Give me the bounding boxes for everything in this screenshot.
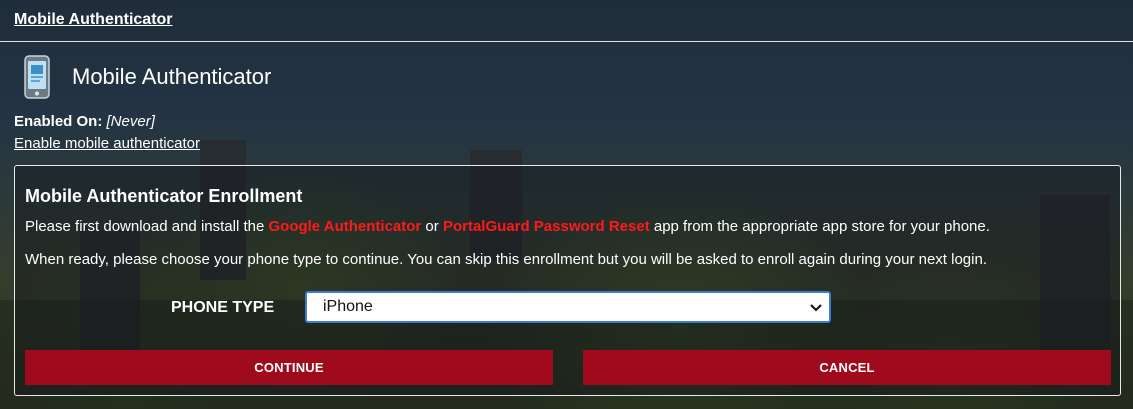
google-authenticator-name: Google Authenticator (268, 218, 422, 235)
mobile-phone-icon (24, 55, 50, 99)
enable-mobile-authenticator-link[interactable]: Enable mobile authenticator (14, 135, 200, 152)
enabled-value: [Never] (106, 113, 155, 130)
download-instructions: Please first download and install the Go… (25, 218, 990, 235)
enrollment-instructions: When ready, please choose your phone typ… (25, 251, 987, 268)
chevron-down-icon (810, 304, 822, 312)
page-header: Mobile Authenticator (22, 54, 271, 100)
enrollment-panel: Mobile Authenticator Enrollment Please f… (14, 165, 1121, 396)
phone-type-label: PHONE TYPE (171, 299, 275, 316)
phone-type-selected-value: iPhone (323, 298, 373, 315)
intro-text: Please first download and install the (25, 218, 269, 235)
page-title: Mobile Authenticator (72, 64, 272, 89)
phone-type-select[interactable]: iPhone (305, 291, 831, 323)
top-bar: Mobile Authenticator (0, 0, 1133, 42)
enabled-status: Enabled On: [Never] (14, 113, 155, 130)
cancel-button[interactable]: CANCEL (583, 350, 1111, 385)
intro-or-text: or (421, 218, 443, 235)
enrollment-title: Mobile Authenticator Enrollment (25, 186, 303, 206)
enabled-label: Enabled On: (14, 113, 103, 130)
breadcrumb-mobile-authenticator[interactable]: Mobile Authenticator (14, 11, 173, 29)
intro-end-text: app from the appropriate app store for y… (649, 218, 990, 235)
portalguard-app-name: PortalGuard Password Reset (442, 218, 650, 235)
continue-button[interactable]: CONTINUE (25, 350, 553, 385)
